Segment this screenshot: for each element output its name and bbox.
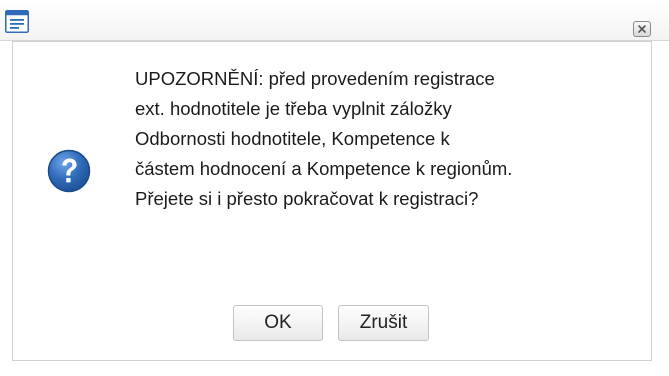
message-line: částem hodnocení a Kompetence k regionům… (135, 158, 513, 179)
dialog-titlebar (0, 0, 669, 41)
message-line: Odbornosti hodnotitele, Kompetence k (135, 128, 450, 149)
document-window-icon (5, 10, 29, 33)
message-line: UPOZORNĚNÍ: před provedením registrace (135, 68, 495, 89)
confirmation-dialog: UPOZORNĚNÍ: před provedením registrace e… (0, 0, 669, 376)
ok-button[interactable]: OK (233, 305, 323, 341)
close-icon[interactable] (633, 21, 651, 37)
cancel-button[interactable]: Zrušit (338, 305, 429, 341)
message-line: ext. hodnotitele je třeba vyplnit záložk… (135, 98, 452, 119)
question-mark-icon (47, 149, 91, 193)
message-line: Přejete si i přesto pokračovat k registr… (135, 188, 479, 209)
dialog-message: UPOZORNĚNÍ: před provedením registrace e… (135, 64, 635, 214)
